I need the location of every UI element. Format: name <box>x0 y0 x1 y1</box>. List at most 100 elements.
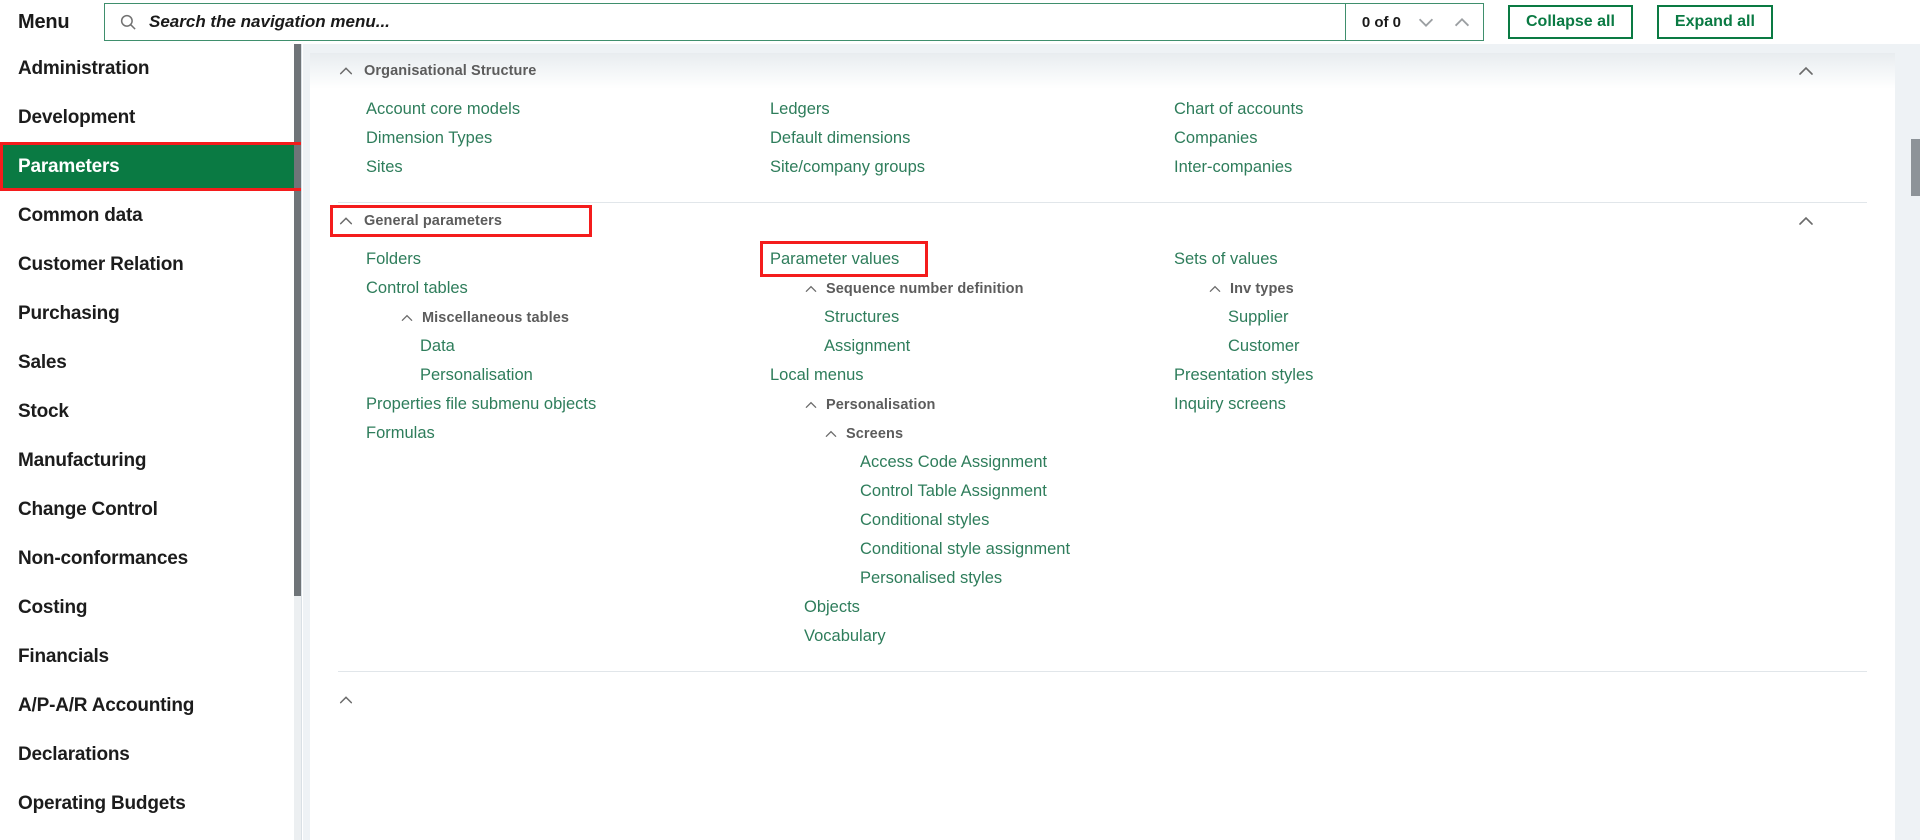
menu-link-local-menus[interactable]: Local menus <box>742 361 1146 390</box>
menu-link-supplier[interactable]: Supplier <box>1146 303 1550 332</box>
chevron-up-icon[interactable] <box>1797 62 1815 80</box>
menu-group-toggle[interactable]: Personalisation <box>804 397 935 413</box>
sidebar-item-declarations[interactable]: Declarations <box>0 730 301 779</box>
menu-group-toggle[interactable]: Screens <box>824 426 903 442</box>
menu-link-presentation-styles[interactable]: Presentation styles <box>1146 361 1550 390</box>
menu-link-label[interactable]: Control tables <box>366 279 468 298</box>
menu-link-label[interactable]: Account core models <box>366 100 520 119</box>
menu-link-label[interactable]: Formulas <box>366 424 435 443</box>
chevron-up-icon[interactable] <box>1797 212 1815 230</box>
menu-link-label[interactable]: Presentation styles <box>1174 366 1313 385</box>
menu-group-personalisation[interactable]: Personalisation <box>742 390 1146 419</box>
sidebar-item-sales[interactable]: Sales <box>0 338 301 387</box>
search-input[interactable] <box>149 4 1345 40</box>
menu-link-vocabulary[interactable]: Vocabulary <box>742 622 1146 651</box>
expand-all-button[interactable]: Expand all <box>1656 5 1773 39</box>
menu-link-assignment[interactable]: Assignment <box>742 332 1146 361</box>
section-header-next-partial[interactable] <box>310 682 1895 718</box>
menu-link-data[interactable]: Data <box>338 332 742 361</box>
sidebar-item-change-control[interactable]: Change Control <box>0 485 301 534</box>
menu-link-control-tables[interactable]: Control tables <box>338 274 742 303</box>
menu-link-personalised-styles[interactable]: Personalised styles <box>742 564 1146 593</box>
chevron-up-icon[interactable] <box>1451 11 1473 33</box>
search-input-area[interactable] <box>105 4 1345 40</box>
menu-link-sites[interactable]: Sites <box>338 153 742 182</box>
menu-group-toggle[interactable]: Miscellaneous tables <box>400 310 569 326</box>
menu-link-label[interactable]: Objects <box>804 598 860 617</box>
sidebar-item-financials[interactable]: Financials <box>0 632 301 681</box>
menu-link-label[interactable]: Sets of values <box>1174 250 1278 269</box>
sidebar-item-operating-budgets[interactable]: Operating Budgets <box>0 779 301 828</box>
menu-group-toggle[interactable]: Sequence number definition <box>804 281 1024 297</box>
menu-link-companies[interactable]: Companies <box>1146 124 1550 153</box>
menu-group-miscellaneous-tables[interactable]: Miscellaneous tables <box>338 303 742 332</box>
menu-link-label[interactable]: Site/company groups <box>770 158 925 177</box>
sidebar-item-parameters[interactable]: Parameters <box>0 142 301 191</box>
menu-link-label[interactable]: Supplier <box>1228 308 1289 327</box>
menu-link-label[interactable]: Data <box>420 337 455 356</box>
sidebar-item-costing[interactable]: Costing <box>0 583 301 632</box>
sidebar-item-development[interactable]: Development <box>0 93 301 142</box>
sidebar-item-manufacturing[interactable]: Manufacturing <box>0 436 301 485</box>
collapse-all-button[interactable]: Collapse all <box>1508 5 1633 39</box>
menu-link-label[interactable]: Dimension Types <box>366 129 492 148</box>
menu-link-label[interactable]: Inquiry screens <box>1174 395 1286 414</box>
sidebar-item-purchasing[interactable]: Purchasing <box>0 289 301 338</box>
menu-link-label[interactable]: Inter-companies <box>1174 158 1292 177</box>
menu-link-label[interactable]: Access Code Assignment <box>860 453 1047 472</box>
menu-link-label[interactable]: Local menus <box>770 366 864 385</box>
sidebar-item-customer-relation[interactable]: Customer Relation <box>0 240 301 289</box>
menu-link-label[interactable]: Folders <box>366 250 421 269</box>
menu-link-label[interactable]: Structures <box>824 308 899 327</box>
menu-link-label[interactable]: Vocabulary <box>804 627 886 646</box>
menu-link-label[interactable]: Properties file submenu objects <box>366 395 596 414</box>
menu-link-formulas[interactable]: Formulas <box>338 419 742 448</box>
menu-link-label[interactable]: Companies <box>1174 129 1257 148</box>
menu-link-properties-file-submenu-objects[interactable]: Properties file submenu objects <box>338 390 742 419</box>
menu-link-label[interactable]: Personalisation <box>420 366 533 385</box>
menu-link-dimension-types[interactable]: Dimension Types <box>338 124 742 153</box>
menu-link-conditional-styles[interactable]: Conditional styles <box>742 506 1146 535</box>
menu-link-control-table-assignment[interactable]: Control Table Assignment <box>742 477 1146 506</box>
sidebar-item-common-data[interactable]: Common data <box>0 191 301 240</box>
menu-link-label[interactable]: Customer <box>1228 337 1300 356</box>
section-header-general-parameters[interactable]: General parameters <box>310 203 1895 239</box>
menu-link-label[interactable]: Chart of accounts <box>1174 100 1303 119</box>
menu-link-label[interactable]: Assignment <box>824 337 910 356</box>
menu-link-sets-of-values[interactable]: Sets of values <box>1146 245 1550 274</box>
menu-link-personalisation[interactable]: Personalisation <box>338 361 742 390</box>
sidebar-item-stock[interactable]: Stock <box>0 387 301 436</box>
chevron-down-icon[interactable] <box>1415 11 1437 33</box>
menu-link-label[interactable]: Sites <box>366 158 403 177</box>
menu-group-sequence-number-definition[interactable]: Sequence number definition <box>742 274 1146 303</box>
menu-link-structures[interactable]: Structures <box>742 303 1146 332</box>
chevron-up-icon[interactable] <box>338 213 354 229</box>
menu-link-folders[interactable]: Folders <box>338 245 742 274</box>
menu-link-parameter-values[interactable]: Parameter values <box>742 241 1146 277</box>
menu-link-ledgers[interactable]: Ledgers <box>742 95 1146 124</box>
menu-link-access-code-assignment[interactable]: Access Code Assignment <box>742 448 1146 477</box>
menu-link-customer[interactable]: Customer <box>1146 332 1550 361</box>
menu-link-inter-companies[interactable]: Inter-companies <box>1146 153 1550 182</box>
menu-group-screens[interactable]: Screens <box>742 419 1146 448</box>
chevron-up-icon[interactable] <box>338 63 354 79</box>
menu-link-label[interactable]: Ledgers <box>770 100 830 119</box>
chevron-up-icon[interactable] <box>338 692 354 708</box>
section-header-organisational-structure[interactable]: Organisational Structure <box>310 53 1895 89</box>
menu-link-objects[interactable]: Objects <box>742 593 1146 622</box>
navigation-search-bar[interactable]: 0 of 0 <box>104 3 1484 41</box>
menu-link-label[interactable]: Personalised styles <box>860 569 1002 588</box>
menu-link-label[interactable]: Conditional styles <box>860 511 989 530</box>
menu-link-chart-of-accounts[interactable]: Chart of accounts <box>1146 95 1550 124</box>
menu-link-inquiry-screens[interactable]: Inquiry screens <box>1146 390 1550 419</box>
menu-link-label[interactable]: Default dimensions <box>770 129 910 148</box>
menu-link-conditional-style-assignment[interactable]: Conditional style assignment <box>742 535 1146 564</box>
menu-link-site-company-groups[interactable]: Site/company groups <box>742 153 1146 182</box>
main-scrollbar-thumb[interactable] <box>1911 139 1920 196</box>
menu-group-toggle[interactable]: Inv types <box>1208 281 1294 297</box>
menu-link-label[interactable]: Control Table Assignment <box>860 482 1047 501</box>
menu-link-label[interactable]: Parameter values <box>770 250 899 269</box>
menu-group-inv-types[interactable]: Inv types <box>1146 274 1550 303</box>
sidebar-item-a-p-a-r-accounting[interactable]: A/P-A/R Accounting <box>0 681 301 730</box>
sidebar-item-administration[interactable]: Administration <box>0 44 301 93</box>
